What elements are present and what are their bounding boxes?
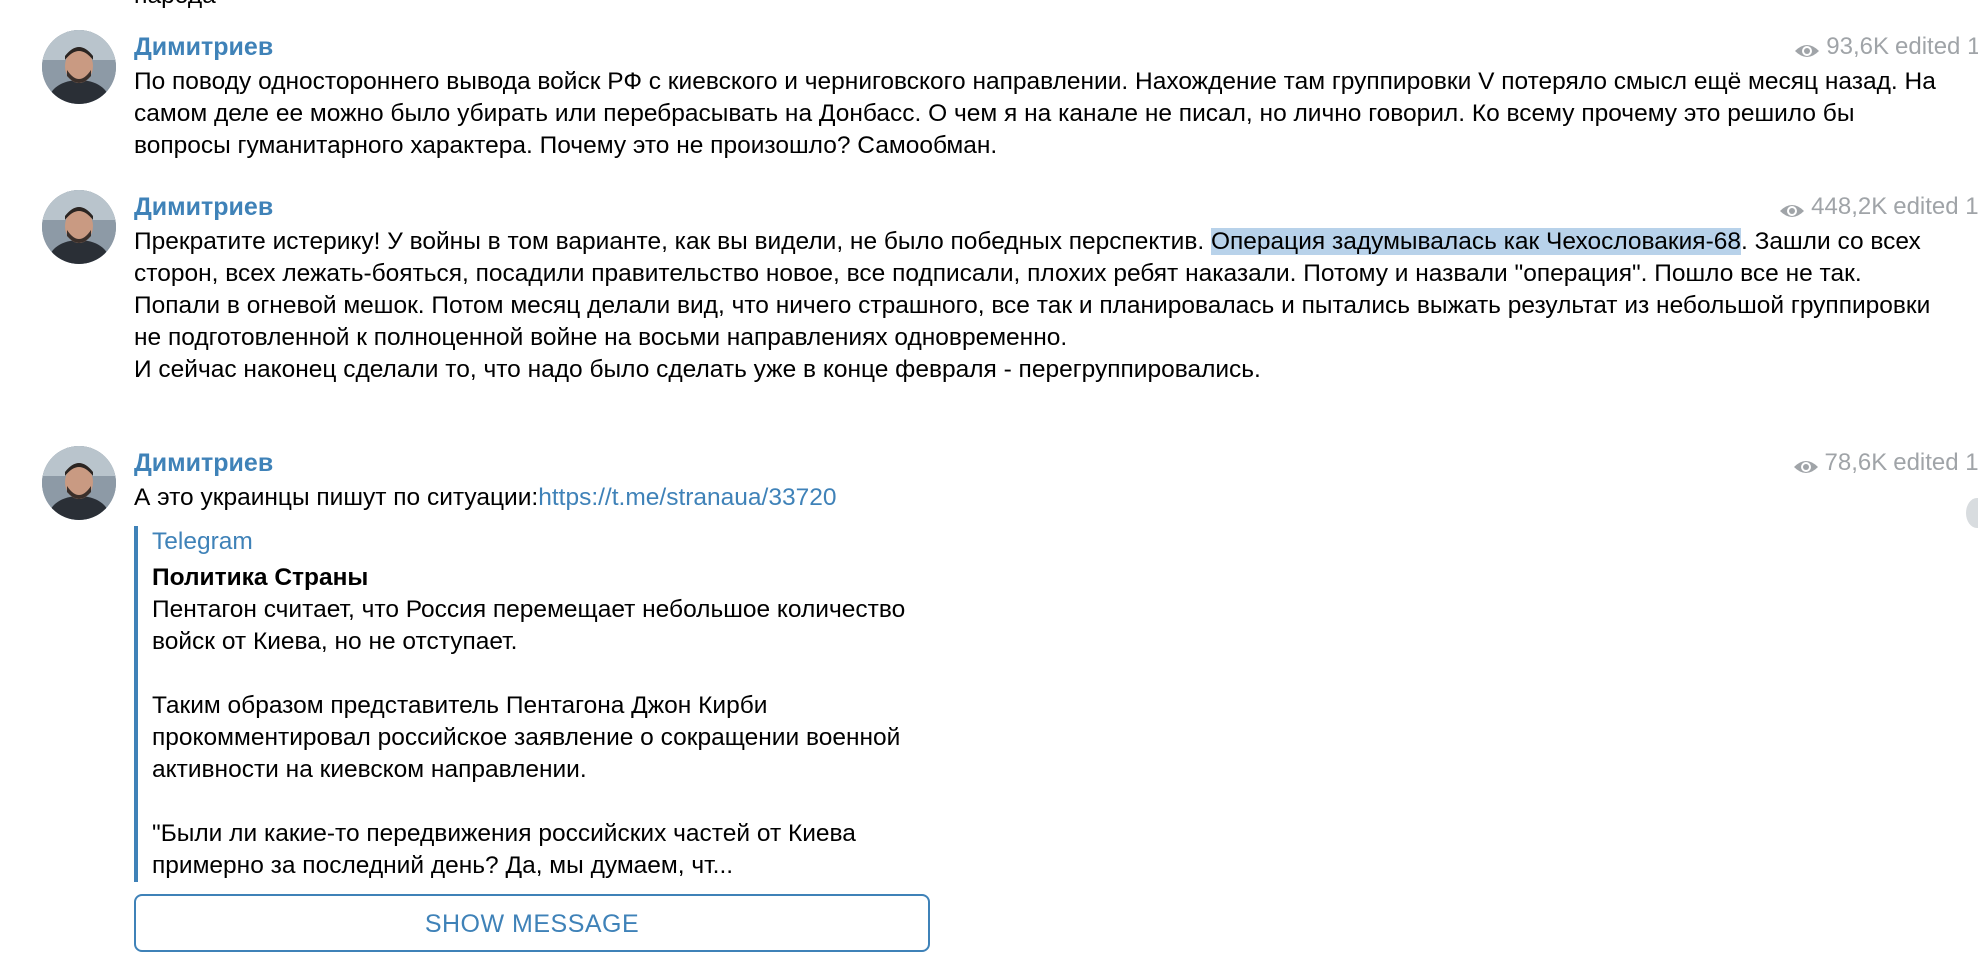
text-last-line: И сейчас наконец сделали то, что надо бы… [134,356,1261,383]
view-count: 448,2K [1811,193,1888,220]
message-text: По поводу одностороннего вывода войск РФ… [134,68,1936,159]
author-name[interactable]: Димитриев [134,448,273,478]
eye-icon [1794,38,1820,57]
view-count: 93,6K [1826,33,1890,60]
message-text: Прекратите истерику! У войны в том вариа… [134,226,1938,386]
author-name[interactable]: Димитриев [134,192,273,222]
author-avatar[interactable] [42,446,116,520]
message-link[interactable]: https://t.me/stranaua/33720 [538,484,836,511]
link-preview[interactable]: Telegram Политика Страны Пентагон считае… [134,526,924,882]
preview-site-name: Telegram [152,528,253,555]
message-meta: 93,6K edited 11 [1794,32,1978,62]
eye-icon [1779,198,1805,217]
selected-text: Операция задумывалась как Чехословакия-6… [1210,228,1741,255]
message-text: А это украинцы пишут по ситуации:https:/… [134,482,1938,514]
scroll-to-bottom-icon[interactable] [1966,498,1978,528]
previous-message-tail: народа [134,0,216,12]
view-count: 78,6K [1824,449,1888,476]
message-feed[interactable]: народа Димитриев 93,6K edited 11 По пово… [0,0,1978,970]
edited-label: edited 15 [1893,449,1978,476]
author-avatar[interactable] [42,190,116,264]
text-segment: А это украинцы пишут по ситуации: [134,484,539,511]
edited-label: edited 13 [1893,193,1978,220]
preview-title: Политика Страны [152,564,369,591]
edited-label: edited 11 [1895,33,1978,60]
show-message-button[interactable]: SHOW MESSAGE [134,894,930,952]
preview-paragraph: "Были ли какие-то передвижения российски… [152,820,856,879]
author-avatar[interactable] [42,30,116,104]
text-segment: Прекратите истерику! У войны в том вариа… [134,228,1211,255]
preview-paragraph: Таким образом представитель Пентагона Дж… [152,692,901,783]
message-meta: 448,2K edited 13 [1779,192,1978,222]
preview-paragraph: Пентагон считает, что Россия перемещает … [152,596,906,655]
author-name[interactable]: Димитриев [134,32,273,62]
eye-icon [1793,454,1819,473]
message-meta: 78,6K edited 15 [1793,448,1978,478]
preview-body: Пентагон считает, что Россия перемещает … [152,594,924,882]
